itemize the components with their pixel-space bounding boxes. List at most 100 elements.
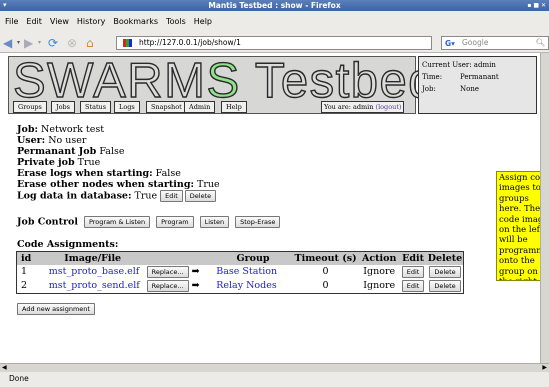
menu-bar: File Edit View History Bookmarks Tools Help (0, 11, 549, 33)
scroll-left-icon[interactable]: ◀ (2, 364, 7, 372)
listen-button[interactable]: Listen (199, 216, 230, 228)
menu-edit[interactable]: Edit (26, 17, 42, 26)
back-icon[interactable]: ◀ (3, 36, 12, 50)
logo-prefix: SWARM (12, 53, 207, 108)
nav-logs[interactable]: Logs (114, 101, 140, 113)
forward-icon[interactable]: ▶ (24, 36, 33, 50)
logout-link[interactable]: (logout) (376, 103, 402, 111)
program-listen-button[interactable]: Program & Listen (83, 216, 151, 228)
menu-file[interactable]: File (5, 17, 18, 26)
erase-nodes-value: True (197, 179, 220, 190)
search-icon[interactable]: 🔍︎ (535, 37, 545, 49)
scroll-right-icon[interactable]: ▶ (542, 364, 547, 372)
favicon-icon (123, 39, 132, 47)
job-user-value: No user (48, 135, 87, 146)
timeout-value: 0 (322, 266, 329, 277)
table-header-row: id Image/File Group Timeout (s) Action E… (17, 252, 463, 265)
logo-accent: S (206, 53, 241, 108)
job-label: Job: (422, 85, 436, 93)
site-logo: SWARMS Testbed (9, 53, 436, 108)
permanent-job-value: False (99, 146, 125, 157)
nav-jobs[interactable]: Jobs (51, 101, 76, 113)
arrow-right-icon: ➡ (191, 266, 200, 277)
delete-button[interactable]: Delete (429, 265, 461, 278)
window-titlebar: ▾ Mantis Testbed : show - Firefox ▪ ■ ✕ (0, 0, 549, 11)
arrow-right-icon: ➡ (191, 280, 200, 291)
private-job-row: Private job True (17, 157, 100, 168)
col-replace (146, 252, 215, 265)
menu-view[interactable]: View (50, 17, 69, 26)
log-db-value: True (134, 190, 158, 202)
nav-status[interactable]: Status (80, 101, 112, 113)
window-controls[interactable]: ▪ ■ ✕ (527, 0, 546, 11)
current-user: Current User: admin (422, 61, 496, 69)
edit-button[interactable]: Edit (401, 265, 425, 278)
image-file-link[interactable]: mst_proto_base.elf (49, 266, 140, 277)
delete-button[interactable]: Delete (429, 279, 461, 292)
replace-button[interactable]: Replace... (146, 265, 189, 278)
erase-nodes-row: Erase other nodes when starting: True (17, 179, 220, 190)
nav-help[interactable]: Help (221, 101, 247, 113)
log-db-edit-button[interactable]: Edit (160, 190, 183, 202)
erase-logs-label: Erase logs when starting: (17, 168, 153, 179)
stop-erase-button[interactable]: Stop-Erase (235, 216, 281, 228)
edit-button[interactable]: Edit (401, 279, 425, 292)
row-id: 1 (21, 266, 28, 277)
image-file-link[interactable]: mst_proto_send.elf (49, 280, 140, 291)
table-row: 2 mst_proto_send.elf Replace... ➡ Relay … (17, 279, 463, 293)
add-assignment-button[interactable]: Add new assignment (17, 303, 95, 315)
menu-help[interactable]: Help (194, 17, 212, 26)
home-icon[interactable]: ⌂ (86, 36, 94, 50)
col-delete: Delete (426, 252, 463, 265)
page-content: SWARMS Testbed Groups Jobs Status Logs S… (0, 53, 540, 363)
timeout-value: 0 (322, 280, 329, 291)
job-control-label: Job Control (17, 216, 78, 228)
job-user-label: User: (17, 135, 46, 146)
url-bar[interactable]: http://127.0.0.1/job/show/1 ▾ ▶ (116, 36, 541, 50)
menu-tools[interactable]: Tools (166, 17, 186, 26)
help-hint: Assign code images to groups here. The c… (496, 171, 540, 281)
time-label: Time: (422, 73, 443, 81)
action-value: Ignore (363, 280, 396, 291)
nav-admin[interactable]: Admin (184, 101, 216, 113)
erase-logs-value: False (155, 168, 181, 179)
search-input[interactable]: G▾ Google 🔍︎ (441, 36, 549, 50)
nav-snapshot[interactable]: Snapshot (146, 101, 187, 113)
program-button[interactable]: Program (156, 216, 194, 228)
horizontal-scrollbar[interactable]: ◀ ▶ (0, 363, 549, 372)
back-dropdown-icon[interactable]: ▾ (17, 36, 20, 50)
col-edit: Edit (399, 252, 427, 265)
code-assignments-title: Code Assignments: (17, 239, 119, 250)
stop-icon[interactable]: ⊗ (67, 36, 77, 50)
replace-button[interactable]: Replace... (146, 279, 189, 292)
col-group: Group (214, 252, 292, 265)
menu-history[interactable]: History (77, 17, 105, 26)
code-assignments-table: id Image/File Group Timeout (s) Action E… (16, 251, 464, 294)
job-name-row: Job: Network test (17, 124, 104, 135)
erase-logs-row: Erase logs when starting: False (17, 168, 181, 179)
nav-groups[interactable]: Groups (13, 101, 47, 113)
vertical-scrollbar[interactable] (540, 53, 549, 363)
url-text: http://127.0.0.1/job/show/1 (139, 38, 241, 47)
time-value: Permanant (460, 73, 499, 81)
job-value: None (460, 85, 479, 93)
status-bar: Done (0, 372, 549, 387)
logged-in-user: You are: admin (logout) (321, 101, 405, 113)
search-engine-icon[interactable]: G▾ (445, 38, 455, 50)
status-text: Done (9, 374, 29, 383)
forward-dropdown-icon[interactable]: ▾ (38, 36, 41, 50)
group-link[interactable]: Base Station (216, 266, 277, 277)
you-are-label: You are: admin (324, 103, 374, 111)
col-action: Action (359, 252, 400, 265)
user-info-panel: Current User: admin Time: Permanant Job: N… (418, 56, 537, 114)
log-db-row: Log data in database: True Edit Delete (17, 190, 217, 202)
log-db-delete-button[interactable]: Delete (184, 190, 217, 202)
reload-icon[interactable]: ⟳ (48, 36, 58, 50)
group-link[interactable]: Relay Nodes (216, 280, 276, 291)
col-image-file: Image/File (38, 252, 147, 265)
job-user-row: User: No user (17, 135, 86, 146)
permanent-job-label: Permanant Job (17, 146, 97, 157)
private-job-label: Private job (17, 157, 75, 168)
menu-bookmarks[interactable]: Bookmarks (113, 17, 158, 26)
job-name-label: Job: (17, 124, 38, 135)
